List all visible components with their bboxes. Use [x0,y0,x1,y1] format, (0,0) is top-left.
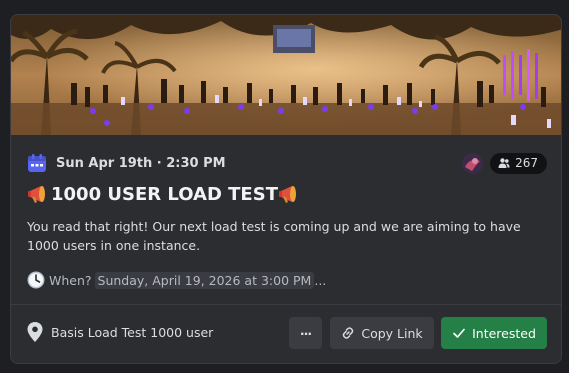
event-description: You read that right! Our next load test … [27,219,521,253]
interested-count: 267 [515,156,538,170]
people-icon [498,158,510,168]
location-pin-icon [27,322,43,342]
when-timestamp: Sunday, April 19, 2026 at 3:00 PM [94,271,315,289]
event-date: Sun Apr 19th · 2:30 PM [56,155,226,171]
event-title-row: 1000 USER LOAD TEST [27,183,302,205]
when-label: When? [49,272,92,288]
event-card[interactable]: Sun Apr 19th · 2:30 PM 267 1000 USER LOA… [10,14,562,364]
when-trailing: ... [314,272,327,288]
megaphone-emoji-icon [28,186,45,203]
calendar-icon [28,154,46,172]
event-location[interactable]: Basis Load Test 1000 user [27,321,213,343]
link-icon [343,327,354,339]
more-options-label: ··· [299,325,312,341]
interested-label: Interested [472,325,536,341]
event-meta-row: Sun Apr 19th · 2:30 PM 267 [27,152,547,174]
event-title: 1000 USER LOAD TEST [51,183,278,205]
event-when-row: When? Sunday, April 19, 2026 at 3:00 PM … [27,271,326,289]
event-cover-image [11,15,561,135]
megaphone-emoji-icon [278,186,296,203]
host-avatar[interactable] [462,152,484,174]
interested-count-badge[interactable]: 267 [490,152,547,174]
divider [11,304,561,305]
location-label: Basis Load Test 1000 user [51,324,214,340]
clock-emoji-icon [27,271,45,289]
copy-link-button[interactable]: Copy Link [330,317,434,349]
copy-link-label: Copy Link [361,325,423,341]
more-options-button[interactable]: ··· [289,317,322,349]
interested-summary[interactable]: 267 [462,152,547,174]
interested-button[interactable]: Interested [441,317,547,349]
checkmark-icon [453,328,465,338]
